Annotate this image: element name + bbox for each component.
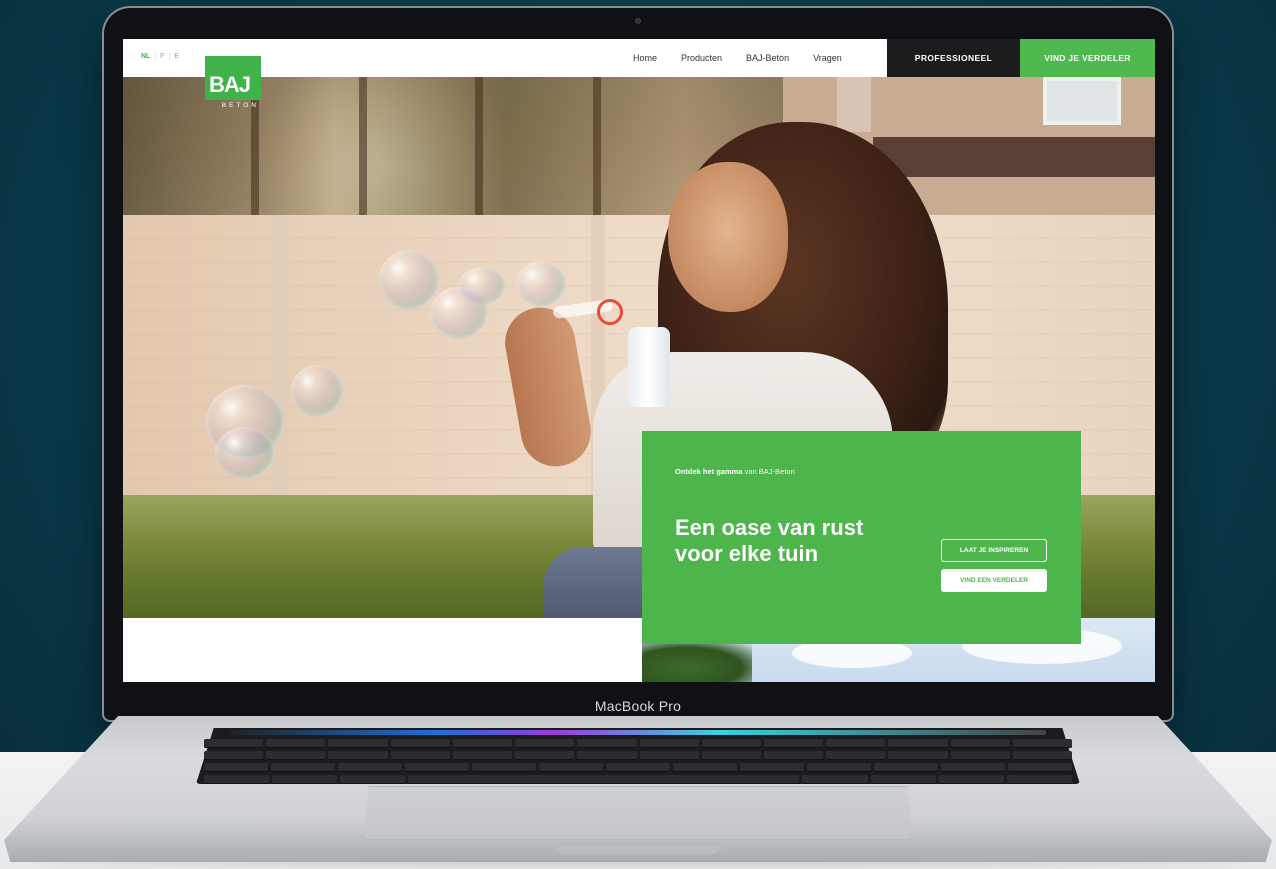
house-shutter (837, 77, 871, 132)
logo-subtext: BETON (221, 102, 259, 109)
get-inspired-button[interactable]: LAAT JE INSPIREREN (941, 539, 1047, 562)
tree-trunk (475, 77, 483, 217)
main-menu: Home Producten BAJ-Beton Vragen (633, 39, 842, 77)
lang-e[interactable]: E (174, 53, 179, 60)
key-row (204, 739, 1073, 748)
language-switcher: NL | F | E (141, 53, 179, 60)
house-roof (873, 137, 1155, 177)
hero-headline: Een oase van rust voor elke tuin (675, 515, 864, 566)
key-row (204, 763, 1072, 772)
professional-button[interactable]: PROFESSIONEEL (887, 39, 1020, 77)
lang-nl[interactable]: NL (141, 53, 150, 60)
hero-eyebrow: Ontdek het gamma van BAJ-Beton (675, 467, 795, 476)
soap-bubble (516, 261, 566, 307)
nav-vragen[interactable]: Vragen (813, 53, 842, 63)
hero-eyebrow-rest: van BAJ-Beton (742, 467, 795, 476)
camera-icon (635, 18, 641, 24)
top-navigation: NL | F | E Home Producten BAJ-Beton Vrag… (123, 39, 1155, 77)
nav-home[interactable]: Home (633, 53, 657, 63)
key-row (204, 751, 1073, 760)
fence-post (273, 215, 287, 495)
bubble-bottle (628, 327, 670, 407)
tree-top (642, 644, 752, 682)
trackpad (363, 786, 913, 840)
girl-face (668, 162, 788, 312)
soap-bubble (215, 427, 275, 479)
soap-bubble (379, 250, 439, 310)
lang-f[interactable]: F (160, 53, 164, 60)
find-dealer-button[interactable]: VIND EEN VERDELER (941, 569, 1047, 592)
hero-promo-card: Ontdek het gamma van BAJ-Beton Een oase … (642, 431, 1081, 644)
tree-trunk (359, 77, 367, 217)
soap-bubble (291, 365, 343, 417)
device-label: MacBook Pro (594, 698, 682, 714)
find-distributor-button[interactable]: VIND JE VERDELER (1020, 39, 1155, 77)
touch-bar (230, 730, 1046, 735)
hero-eyebrow-bold: Ontdek het gamma (675, 467, 743, 476)
logo-text: BAJ (209, 72, 251, 97)
lid-notch (555, 846, 721, 854)
house-window (1043, 77, 1121, 125)
lang-separator: | (154, 53, 157, 60)
tree-trunk (593, 77, 601, 217)
lang-separator: | (168, 53, 171, 60)
laptop-screen: NL | F | E Home Producten BAJ-Beton Vrag… (123, 39, 1155, 682)
bubble-wand-ring (597, 299, 623, 325)
soap-bubble (458, 267, 506, 305)
nav-baj-beton[interactable]: BAJ-Beton (746, 53, 789, 63)
logo-box: BAJ (205, 56, 261, 100)
baj-beton-logo[interactable]: BAJ BETON (205, 56, 261, 118)
key-row (204, 775, 1073, 784)
nav-producten[interactable]: Producten (681, 53, 722, 63)
